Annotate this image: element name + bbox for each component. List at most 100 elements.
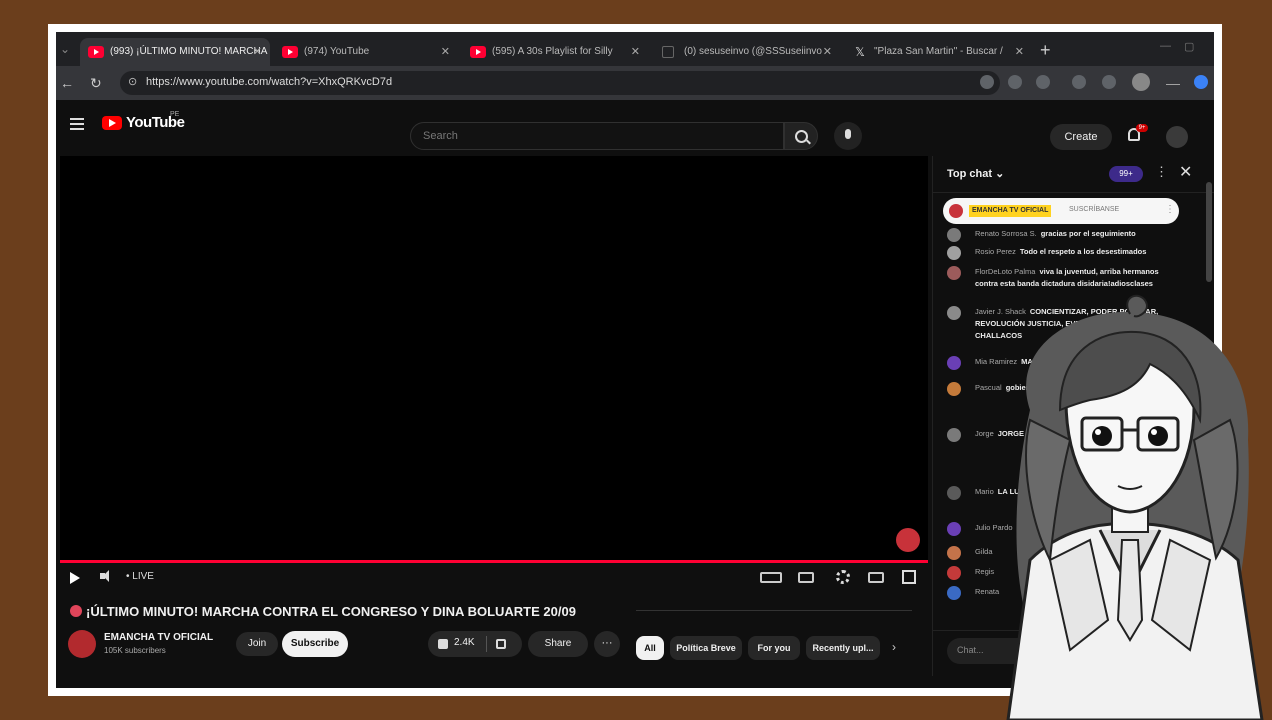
more-options-icon[interactable]: ⋮ [1155,164,1168,180]
avatar[interactable] [947,586,961,600]
chat-input-placeholder: Chat... [957,645,984,655]
extension-icon[interactable] [1036,75,1050,89]
chat-author[interactable]: FlorDeLoto Palma [975,267,1035,276]
country-code: PE [170,111,180,118]
like-count[interactable]: 2.4K [454,637,475,648]
address-toolbar: ← ↻ ⊙ https://www.youtube.com/watch?v=Xh… [56,66,1214,100]
progress-bar[interactable] [60,560,928,563]
search-button[interactable] [784,122,818,150]
reload-icon[interactable]: ↻ [90,74,102,92]
chip-label: For you [757,643,791,653]
chip-politica-breve[interactable]: Política Breve [670,636,742,660]
subscribe-label: Subscribe [290,638,340,649]
tab-2[interactable]: (974) YouTube ✕ [274,38,458,66]
extension-icon[interactable] [1194,75,1208,89]
x-icon: 𝕏 [855,45,865,59]
avatar[interactable] [947,428,961,442]
chat-text: Todo el respeto a los desestimados [1019,247,1147,256]
live-indicator[interactable]: • LIVE [126,571,154,582]
like-icon[interactable] [438,639,448,649]
more-options-icon[interactable]: ⋮ [1165,204,1175,215]
youtube-icon [88,46,104,58]
chat-mode-dropdown[interactable]: Top chat ⌄ [947,167,1004,180]
new-tab-icon[interactable]: + [1040,38,1051,62]
volume-icon[interactable] [100,570,109,582]
chip-label: All [644,643,656,653]
tab-3[interactable]: (595) A 30s Playlist for Silly ✕ [462,38,648,66]
avatar [949,204,963,218]
extension-icon[interactable] [1072,75,1086,89]
tab-1[interactable]: (993) ¡ÚLTIMO MINUTO! MARCHA ✕ [80,38,270,66]
back-arrow-icon[interactable]: ← [60,74,74,92]
create-button[interactable]: Create [1050,124,1112,150]
close-tab-icon[interactable]: ✕ [441,38,450,66]
avatar[interactable] [947,246,961,260]
avatar[interactable] [947,228,961,242]
tab-4[interactable]: (0) sesuseinvo (@SSSuseiinvo ✕ [654,38,840,66]
pinned-author-tag: EMANCHA TV OFICIAL [969,205,1052,217]
subscribe-button[interactable]: Subscribe [282,631,348,657]
avatar[interactable] [947,266,961,280]
dislike-icon[interactable] [496,639,506,649]
chip-recently-uploaded[interactable]: Recently upl... [806,636,880,660]
tab-label: "Plaza San Martin" - Buscar / [874,46,1003,57]
avatar[interactable] [947,306,961,320]
close-tab-icon[interactable]: ✕ [823,38,832,66]
video-title: ¡ÚLTIMO MINUTO! MARCHA CONTRA EL CONGRES… [70,604,576,619]
chat-author[interactable]: Renato Sorrosa S. [975,229,1037,238]
extension-icon[interactable] [980,75,994,89]
voice-search-icon[interactable] [834,122,862,150]
chat-text: gracias por el seguimiento [1040,229,1136,238]
message-body: Rosio Perez Todo el respeto a los desesti… [975,246,1179,258]
avatar[interactable] [947,486,961,500]
youtube-icon [282,46,298,58]
address-bar[interactable]: ⊙ https://www.youtube.com/watch?v=XhxQRK… [120,71,1000,95]
browser-menu-icon[interactable]: — [1166,74,1180,92]
close-tab-icon[interactable]: ✕ [1015,38,1024,66]
tab-5[interactable]: 𝕏 "Plaza San Martin" - Buscar / ✕ [844,38,1032,66]
tab-menu-icon[interactable]: ⌄ [60,42,70,56]
autoplay-toggle-icon[interactable] [760,572,782,583]
chat-viewers-pill[interactable]: 99+ [1109,166,1143,182]
share-button[interactable]: Share [528,631,588,657]
profile-avatar[interactable] [1132,73,1150,91]
extension-icon[interactable] [1008,75,1022,89]
more-actions-button[interactable]: ··· [594,631,620,657]
divider [486,636,487,652]
settings-gear-icon[interactable] [836,570,850,584]
avatar[interactable] [947,566,961,580]
pinned-message[interactable]: EMANCHA TV OFICIAL SUSCRÍBANSE ⋮ [943,198,1179,224]
chip-all[interactable]: All [636,636,664,660]
theater-mode-icon[interactable] [868,572,884,583]
avatar[interactable] [947,546,961,560]
close-tab-icon[interactable]: ✕ [253,38,262,66]
channel-name[interactable]: EMANCHA TV OFICIAL [104,632,213,643]
pinned-text: SUSCRÍBANSE [1069,206,1120,213]
chevron-right-icon[interactable]: › [892,640,896,654]
join-label: Join [247,638,267,649]
site-info-icon[interactable]: ⊙ [128,76,140,88]
chat-scrollbar[interactable] [1206,182,1212,282]
more-label: ··· [601,637,613,649]
fullscreen-icon[interactable] [902,570,916,584]
extension-icon[interactable] [1102,75,1116,89]
play-icon[interactable] [70,572,80,584]
account-avatar[interactable] [1166,126,1188,148]
video-player[interactable] [60,156,928,560]
youtube-logo-icon[interactable] [102,116,122,130]
minimize-icon[interactable]: — [1160,40,1171,52]
avatar[interactable] [947,522,961,536]
maximize-icon[interactable]: ▢ [1184,40,1194,53]
hamburger-menu-icon[interactable] [70,118,84,133]
avatar[interactable] [947,382,961,396]
channel-watermark[interactable] [896,528,920,552]
chip-for-you[interactable]: For you [748,636,800,660]
close-icon[interactable]: ✕ [1179,162,1192,182]
search-input[interactable]: Search [410,122,784,150]
subtitles-icon[interactable] [798,572,814,583]
chat-author[interactable]: Rosio Perez [975,247,1016,256]
close-tab-icon[interactable]: ✕ [631,38,640,66]
channel-avatar[interactable] [68,630,96,658]
join-button[interactable]: Join [236,632,278,656]
avatar[interactable] [947,356,961,370]
